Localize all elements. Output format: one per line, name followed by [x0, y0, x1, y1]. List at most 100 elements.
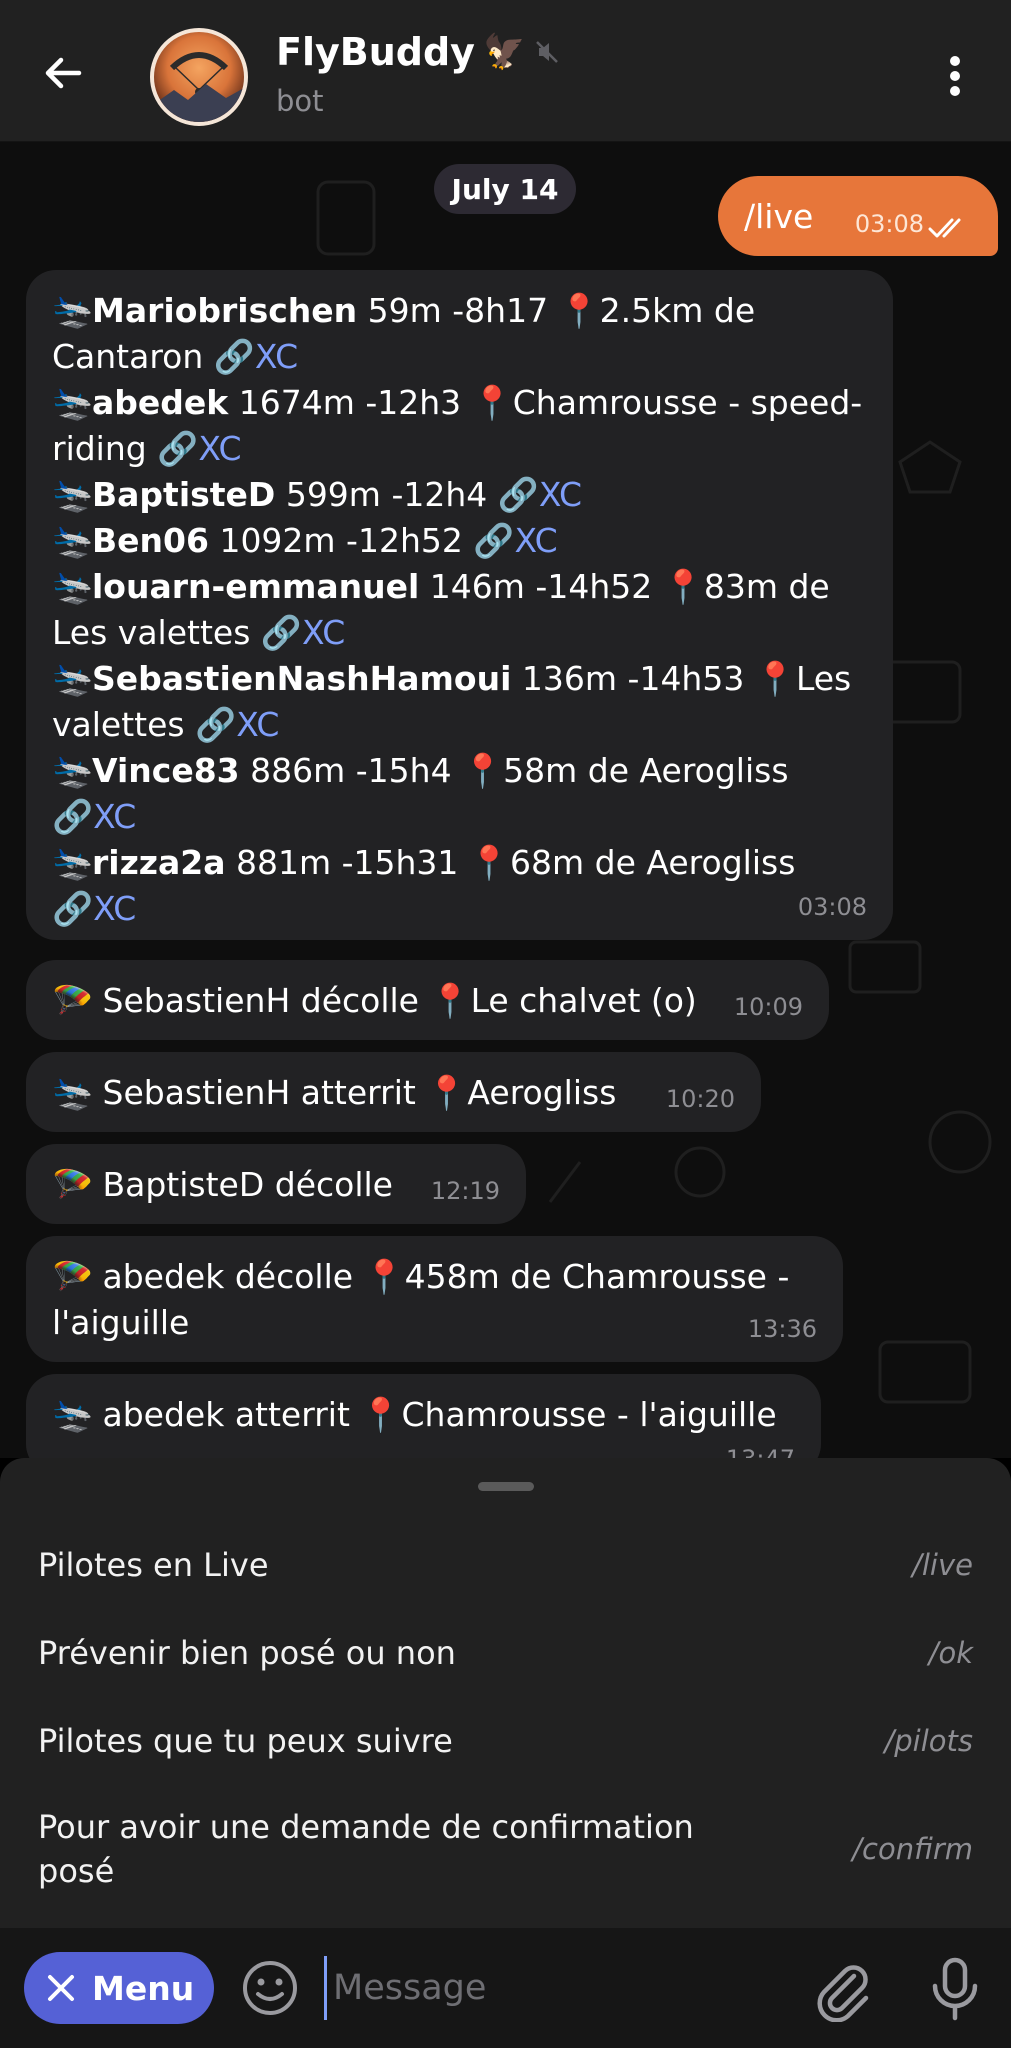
link-emoji: 🔗 [52, 797, 94, 836]
event-text: abedek décolle [102, 1257, 364, 1296]
live-pilot-entry: 🛬abedek 1674m -12h3 📍Chamrousse - speed-… [52, 380, 867, 472]
command-code: /live [912, 1548, 973, 1582]
pin-emoji: 📍 [429, 981, 471, 1020]
message-time: 13:47 [726, 1436, 795, 1458]
chat-subtitle: bot [276, 84, 324, 118]
link-emoji: 🔗 [213, 337, 255, 376]
pin-emoji: 📍 [363, 1257, 405, 1296]
event-message[interactable]: 🛬 abedek atterrit 📍Chamrousse - l'aiguil… [26, 1374, 821, 1458]
pilot-stats: 881m -15h31 [225, 843, 469, 882]
pilot-name: louarn-emmanuel [92, 567, 420, 606]
xc-link[interactable]: XC [236, 705, 279, 744]
command-label: Pour avoir une demande de confirmation p… [38, 1808, 694, 1890]
event-message[interactable]: 🪂 SebastienH décolle 📍Le chalvet (o) 10:… [26, 960, 829, 1040]
xc-link[interactable]: XC [198, 429, 241, 468]
xc-link[interactable]: XC [302, 613, 345, 652]
pilot-stats: 1674m -12h3 [228, 383, 472, 422]
landing-emoji: 🛬 [52, 291, 94, 330]
link-emoji: 🔗 [52, 889, 94, 928]
event-text: BaptisteD décolle [102, 1165, 393, 1204]
message-time: 10:20 [665, 1085, 735, 1113]
live-pilot-entry: 🛬BaptisteD 599m -12h4 🔗XC [52, 472, 867, 518]
message-time: 12:19 [430, 1177, 500, 1205]
event-message[interactable]: 🛬 SebastienH atterrit 📍Aerogliss 10:20 [26, 1052, 761, 1132]
bot-avatar[interactable] [150, 28, 248, 126]
link-emoji: 🔗 [473, 521, 515, 560]
landing-emoji: 🛬 [52, 1395, 94, 1434]
command-code: /ok [928, 1636, 973, 1670]
xc-link[interactable]: XC [539, 475, 582, 514]
live-pilot-entry: 🛬SebastienNashHamoui 136m -14h53 📍Les va… [52, 656, 867, 748]
event-place: Le chalvet (o) [470, 981, 697, 1020]
landing-emoji: 🛬 [52, 659, 94, 698]
outgoing-message-text: /live [744, 196, 814, 236]
pilot-stats: 886m -15h4 [239, 751, 463, 790]
live-pilot-entry: 🛬Vince83 886m -15h4 📍58m de Aerogliss 🔗X… [52, 748, 867, 840]
emoji-icon[interactable] [240, 1958, 300, 2018]
close-icon [48, 1975, 74, 2001]
back-button[interactable] [30, 40, 96, 106]
command-item-live[interactable]: Pilotes en Live /live [0, 1520, 1011, 1610]
message-time: 10:09 [733, 993, 803, 1021]
more-vertical-icon [950, 56, 960, 96]
pilot-location: 58m de Aerogliss [503, 751, 789, 790]
bot-commands-sheet: Pilotes en Live /live Prévenir bien posé… [0, 1458, 1011, 1928]
landing-emoji: 🛬 [52, 1073, 94, 1112]
message-input[interactable] [324, 1956, 794, 2020]
command-label: Pilotes que tu peux suivre [38, 1722, 453, 1760]
link-emoji: 🔗 [260, 613, 302, 652]
read-ticks-icon [928, 218, 961, 238]
xc-link[interactable]: XC [93, 889, 136, 928]
landing-emoji: 🛬 [52, 843, 94, 882]
pin-emoji: 📍 [360, 1395, 402, 1434]
pilot-name: Ben06 [92, 521, 209, 560]
landing-emoji: 🛬 [52, 383, 94, 422]
chat-title[interactable]: FlyBuddy 🦅 [276, 30, 561, 74]
event-text: SebastienH décolle [102, 981, 430, 1020]
landing-emoji: 🛬 [52, 475, 94, 514]
live-pilot-entry: 🛬Mariobrischen 59m -8h17 📍2.5km de Canta… [52, 288, 867, 380]
attach-icon[interactable] [810, 1958, 874, 2022]
command-label: Prévenir bien posé ou non [38, 1634, 456, 1672]
pilot-name: BaptisteD [92, 475, 276, 514]
command-label: Pilotes en Live [38, 1546, 269, 1584]
event-place: Chamrousse - l'aiguille [401, 1395, 777, 1434]
xc-link[interactable]: XC [255, 337, 298, 376]
eagle-emoji: 🦅 [482, 32, 526, 72]
pilot-name: abedek [92, 383, 229, 422]
pin-emoji: 📍 [754, 659, 796, 698]
event-place: Aerogliss [467, 1073, 617, 1112]
xc-link[interactable]: XC [514, 521, 557, 560]
landing-emoji: 🛬 [52, 751, 94, 790]
outgoing-message[interactable]: /live 03:08 [718, 176, 998, 256]
paraglider-emoji: 🪂 [52, 1257, 94, 1296]
pilot-stats: 59m -8h17 [357, 291, 559, 330]
pin-emoji: 📍 [471, 383, 513, 422]
message-list[interactable]: July 14 /live 03:08 🛬Mariobrischen 59m -… [0, 142, 1011, 1458]
command-item-confirm[interactable]: Pour avoir une demande de confirmation p… [0, 1794, 1011, 1904]
microphone-icon[interactable] [925, 1956, 985, 2022]
drag-handle[interactable] [478, 1482, 534, 1491]
pin-emoji: 📍 [468, 843, 511, 882]
live-pilot-entry: 🛬louarn-emmanuel 146m -14h52 📍83m de Les… [52, 564, 867, 656]
message-time: 03:08 [854, 210, 924, 238]
pilot-stats: 599m -12h4 [275, 475, 498, 514]
pin-emoji: 📍 [558, 291, 600, 330]
menu-button[interactable]: Menu [24, 1952, 214, 2024]
pilot-name: SebastienNashHamoui [92, 659, 512, 698]
live-pilot-entry: 🛬rizza2a 881m -15h31 📍68m de Aerogliss 🔗… [52, 840, 867, 932]
menu-button-label: Menu [92, 1968, 195, 2008]
xc-link[interactable]: XC [93, 797, 136, 836]
link-emoji: 🔗 [497, 475, 539, 514]
command-item-ok[interactable]: Prévenir bien posé ou non /ok [0, 1608, 1011, 1698]
command-item-pilots[interactable]: Pilotes que tu peux suivre /pilots [0, 1696, 1011, 1786]
pilot-name: rizza2a [92, 843, 226, 882]
live-pilot-entry: 🛬Ben06 1092m -12h52 🔗XC [52, 518, 867, 564]
event-message[interactable]: 🪂 abedek décolle 📍458m de Chamrousse - l… [26, 1236, 843, 1362]
more-options-button[interactable] [930, 40, 980, 112]
pilot-location: 68m de Aerogliss [510, 843, 796, 882]
event-message[interactable]: 🪂 BaptisteD décolle 12:19 [26, 1144, 526, 1224]
pilot-stats: 136m -14h53 [511, 659, 755, 698]
live-pilots-message[interactable]: 🛬Mariobrischen 59m -8h17 📍2.5km de Canta… [26, 270, 893, 940]
pilot-name: Vince83 [92, 751, 240, 790]
